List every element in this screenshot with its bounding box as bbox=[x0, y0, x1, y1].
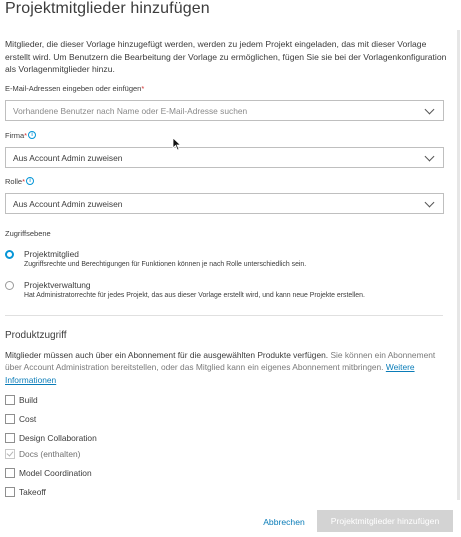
add-members-button[interactable]: Projektmitglieder hinzufügen bbox=[317, 510, 453, 532]
mouse-pointer-icon bbox=[172, 137, 182, 151]
check-icon bbox=[6, 449, 14, 457]
email-label-text: E-Mail-Adressen eingeben oder einfügen bbox=[5, 84, 142, 93]
chevron-down-icon bbox=[424, 151, 435, 162]
product-label: Build bbox=[19, 395, 38, 405]
access-option-description: Hat Administratorrechte für jedes Projek… bbox=[24, 292, 365, 299]
access-option-title: Projektmitglied bbox=[24, 249, 79, 259]
company-select[interactable]: Aus Account Admin zuweisen bbox=[5, 147, 444, 168]
company-select-value: Aus Account Admin zuweisen bbox=[13, 153, 123, 163]
email-label: E-Mail-Adressen eingeben oder einfügen* bbox=[5, 84, 144, 93]
checkbox[interactable] bbox=[5, 487, 15, 497]
product-access-desc-main: Mitglieder müssen auch über ein Abonneme… bbox=[5, 350, 329, 360]
product-label: Model Coordination bbox=[19, 468, 92, 478]
dialog-title: Projektmitglieder hinzufügen bbox=[5, 0, 210, 17]
chevron-down-icon bbox=[424, 104, 435, 115]
email-search-field[interactable]: Vorhandene Benutzer nach Name oder E-Mai… bbox=[5, 100, 444, 121]
footer-divider bbox=[0, 505, 461, 506]
access-option-description: Zugriffsrechte und Berechtigungen für Fu… bbox=[24, 261, 307, 268]
radio-unselected[interactable] bbox=[5, 281, 14, 290]
dialog-body: Projektmitglieder hinzufügen Mitglieder,… bbox=[0, 0, 455, 505]
role-label-text: Rolle bbox=[5, 177, 23, 186]
product-access-description: Mitglieder müssen auch über ein Abonneme… bbox=[5, 349, 445, 386]
radio-selected[interactable] bbox=[5, 250, 14, 259]
required-mark: * bbox=[141, 84, 145, 93]
product-label: Cost bbox=[19, 414, 37, 424]
info-icon[interactable]: i bbox=[26, 177, 35, 185]
product-label: Design Collaboration bbox=[19, 433, 97, 443]
checkbox[interactable] bbox=[5, 414, 15, 424]
required-mark: * bbox=[24, 131, 28, 140]
company-label: Firma* i bbox=[5, 131, 37, 140]
checkbox[interactable] bbox=[5, 433, 15, 443]
role-select[interactable]: Aus Account Admin zuweisen bbox=[5, 193, 444, 214]
access-level-label: Zugriffsebene bbox=[5, 229, 51, 238]
checkbox[interactable] bbox=[5, 395, 15, 405]
section-divider bbox=[5, 315, 443, 316]
info-icon[interactable]: i bbox=[28, 131, 37, 139]
required-mark: * bbox=[22, 177, 26, 186]
access-option-title: Projektverwaltung bbox=[24, 280, 91, 290]
email-search-placeholder: Vorhandene Benutzer nach Name oder E-Mai… bbox=[13, 106, 248, 116]
product-access-title: Produktzugriff bbox=[5, 330, 67, 341]
product-label: Takeoff bbox=[19, 487, 46, 497]
checkbox[interactable] bbox=[5, 468, 15, 478]
checkbox-checked-disabled bbox=[5, 449, 15, 459]
product-label: Docs (enthalten) bbox=[19, 449, 81, 459]
chevron-down-icon bbox=[424, 197, 435, 208]
role-select-value: Aus Account Admin zuweisen bbox=[13, 199, 123, 209]
intro-text: Mitglieder, die dieser Vorlage hinzugefü… bbox=[5, 39, 447, 74]
scrollbar[interactable] bbox=[457, 30, 460, 500]
role-label: Rolle* i bbox=[5, 177, 35, 186]
add-project-members-dialog: Projektmitglieder hinzufügen Mitglieder,… bbox=[0, 0, 461, 537]
company-label-text: Firma bbox=[5, 131, 25, 140]
cancel-button[interactable]: Abbrechen bbox=[256, 512, 312, 532]
